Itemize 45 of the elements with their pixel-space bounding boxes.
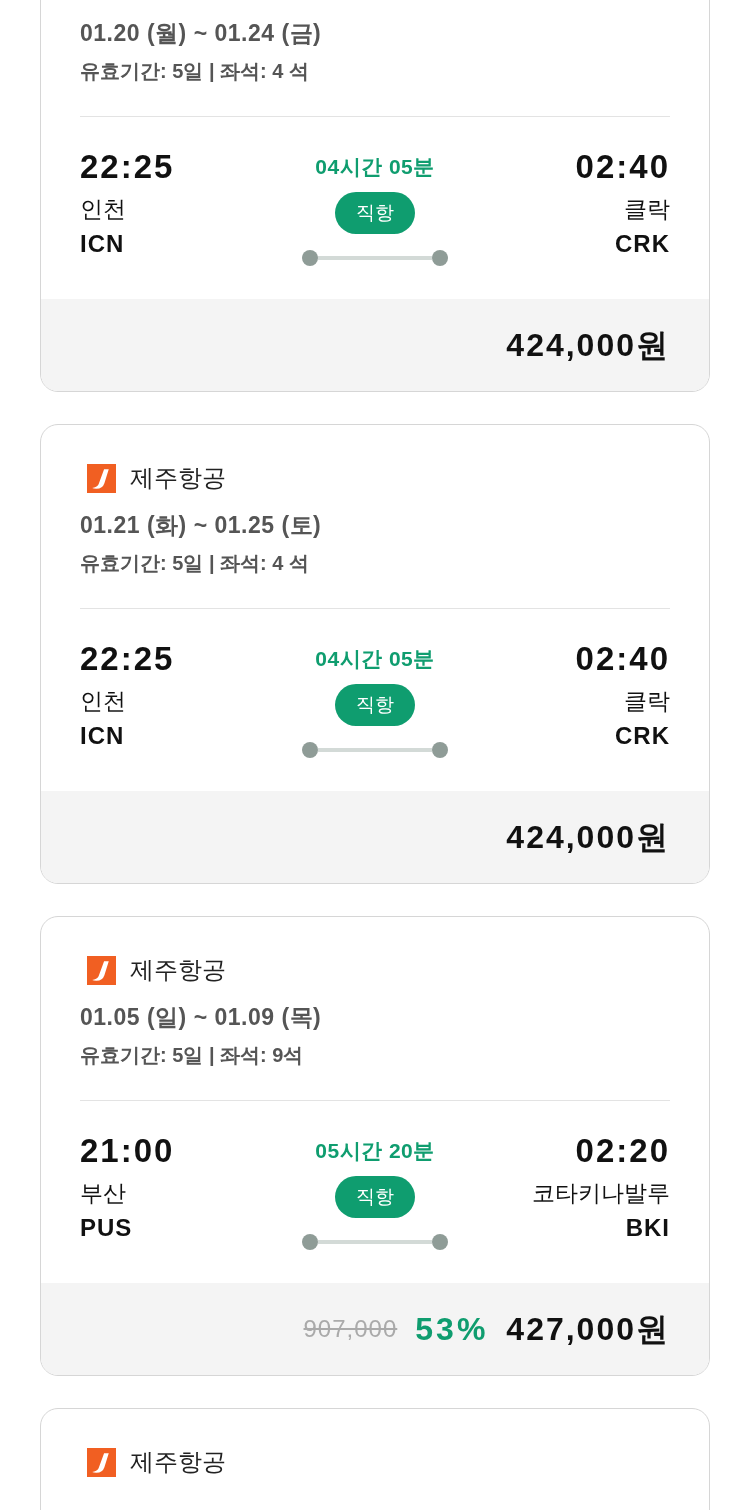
nonstop-badge: 직항 xyxy=(335,684,415,726)
validity-seats-info: 유효기간: 5일 | 좌석: 4 석 xyxy=(80,551,309,576)
arrival-airport-code: CRK xyxy=(615,721,670,751)
flight-card[interactable]: 제주항공 xyxy=(40,1408,710,1510)
nonstop-badge: 직항 xyxy=(335,1176,415,1218)
arrival-time: 02:40 xyxy=(575,147,670,187)
airline-name: 제주항공 xyxy=(130,463,226,493)
airline-name: 제주항공 xyxy=(130,955,226,985)
departure-city: 부산 xyxy=(80,1179,126,1208)
airline-logo-icon xyxy=(87,955,116,985)
nonstop-badge: 직항 xyxy=(335,192,415,234)
departure-city: 인천 xyxy=(80,687,126,716)
airline-name: 제주항공 xyxy=(130,1447,226,1477)
arrival-airport-code: BKI xyxy=(625,1213,670,1243)
flight-duration: 04시간 05분 xyxy=(315,646,435,672)
departure-time: 21:00 xyxy=(80,1131,175,1171)
arrival-city: 코타키나발루 xyxy=(532,1179,670,1208)
departure-airport-code: ICN xyxy=(80,721,125,751)
flight-duration: 04시간 05분 xyxy=(315,154,435,180)
arrival-city: 클락 xyxy=(624,195,670,224)
arrival-time: 02:20 xyxy=(575,1131,670,1171)
flight-card[interactable]: 제주항공 01.21 (화) ~ 01.25 (토) 유효기간: 5일 | 좌석: 4 석 22:25 인천 ICN 04시간 05분 직항 02:40 클락 CRK 424,000원 xyxy=(40,424,710,884)
flight-card[interactable]: 제주항공 01.05 (일) ~ 01.09 (목) 유효기간: 5일 | 좌석: 9석 21:00 부산 PUS 05시간 20분 직항 02:20 코타키나발루 BKI 907,000 53% 427,000원 xyxy=(40,916,710,1376)
arrival-city: 클락 xyxy=(624,687,670,716)
flight-duration: 05시간 20분 xyxy=(315,1138,435,1164)
discount-rate: 53% xyxy=(415,1310,489,1349)
original-price: 907,000 xyxy=(303,1314,398,1344)
travel-dates: 01.20 (월) ~ 01.24 (금) xyxy=(80,19,322,48)
validity-seats-info: 유효기간: 5일 | 좌석: 4 석 xyxy=(80,59,309,84)
departure-time: 22:25 xyxy=(80,147,175,187)
fare-price: 424,000원 xyxy=(506,818,670,857)
departure-airport-code: ICN xyxy=(80,229,125,259)
departure-airport-code: PUS xyxy=(80,1213,133,1243)
departure-time: 22:25 xyxy=(80,639,175,679)
travel-dates: 01.21 (화) ~ 01.25 (토) xyxy=(80,511,322,540)
arrival-airport-code: CRK xyxy=(615,229,670,259)
travel-dates: 01.05 (일) ~ 01.09 (목) xyxy=(80,1003,322,1032)
flight-card[interactable]: 01.20 (월) ~ 01.24 (금) 유효기간: 5일 | 좌석: 4 석 22:25 인천 ICN 04시간 05분 직항 02:40 클락 CRK 424,000원 xyxy=(40,0,710,392)
arrival-time: 02:40 xyxy=(575,639,670,679)
fare-price: 424,000원 xyxy=(506,326,670,365)
airline-logo-icon xyxy=(87,463,116,493)
airline-logo-icon xyxy=(87,1447,116,1477)
departure-city: 인천 xyxy=(80,195,126,224)
fare-price: 427,000원 xyxy=(506,1310,670,1349)
validity-seats-info: 유효기간: 5일 | 좌석: 9석 xyxy=(80,1043,304,1068)
